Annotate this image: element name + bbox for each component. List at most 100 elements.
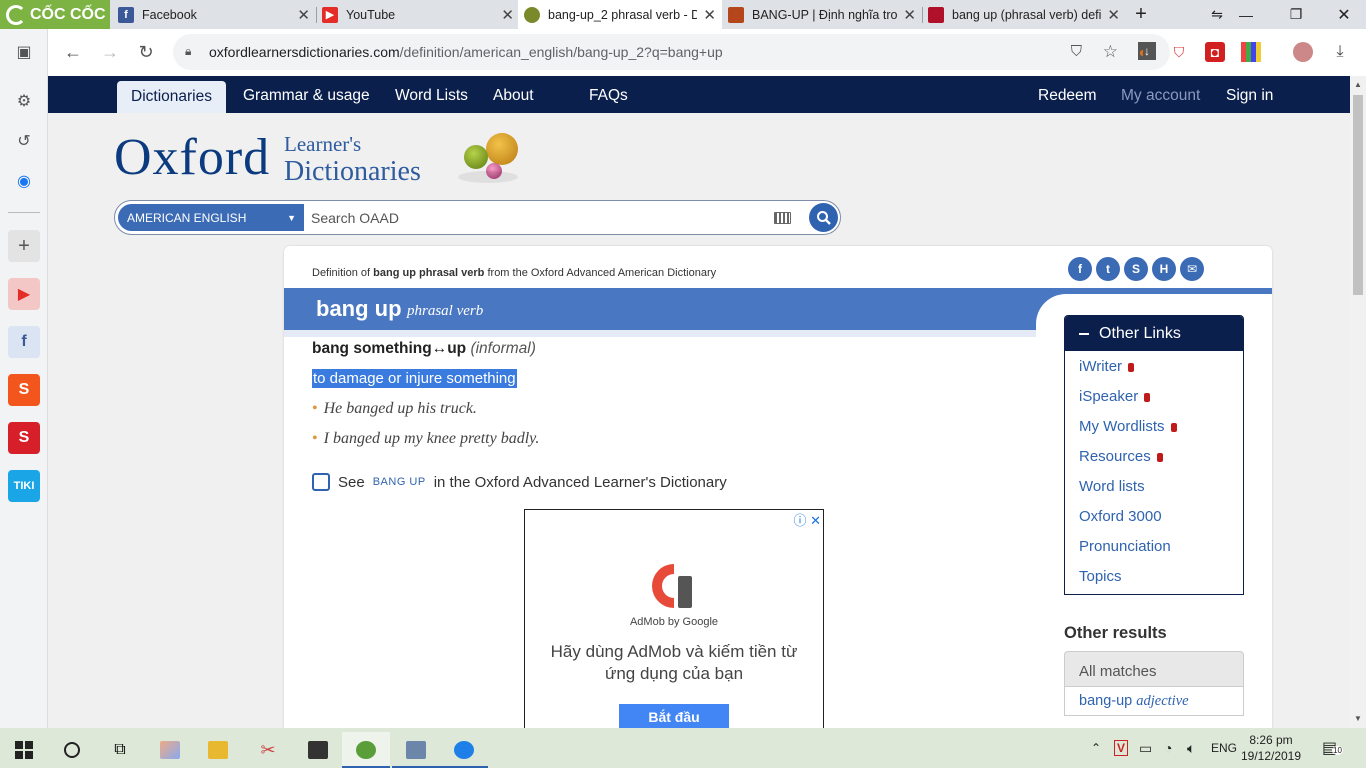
facebook-shortcut-icon[interactable]: f xyxy=(8,326,40,358)
windows-start-icon[interactable] xyxy=(0,732,48,768)
all-matches-tab[interactable]: All matches xyxy=(1064,651,1244,687)
link-ispeaker[interactable]: iSpeaker xyxy=(1079,388,1151,405)
dictionary-select[interactable]: AMERICAN ENGLISH ▼ xyxy=(118,204,304,231)
messenger-icon[interactable]: ◉ xyxy=(8,165,40,197)
tab-close-icon[interactable]: ✕ xyxy=(501,6,514,24)
nav-sign-in[interactable]: Sign in xyxy=(1226,76,1273,113)
bookmark-star-icon[interactable]: ☆ xyxy=(1103,42,1118,62)
task-view-icon[interactable]: ⧉ xyxy=(96,732,144,768)
see-also[interactable]: See BANG UP in the Oxford Advanced Learn… xyxy=(312,473,727,491)
register-label: (informal) xyxy=(470,340,536,357)
tab-close-icon[interactable]: ✕ xyxy=(297,6,310,24)
tab-close-icon[interactable]: ✕ xyxy=(1107,6,1120,24)
downloads-icon[interactable]: ⤓ xyxy=(1330,42,1350,62)
nav-about[interactable]: About xyxy=(493,76,534,113)
add-shortcut-icon[interactable]: + xyxy=(8,230,40,262)
scroll-up-icon[interactable]: ▲ xyxy=(1354,80,1362,89)
reload-button[interactable]: ↻ xyxy=(131,37,161,67)
volume-icon[interactable]: 🔈︎ xyxy=(1187,728,1195,768)
shopee-shortcut-icon[interactable]: S xyxy=(8,374,40,406)
site-nav: Dictionaries Grammar & usage Word Lists … xyxy=(48,76,1350,113)
web-page: Dictionaries Grammar & usage Word Lists … xyxy=(48,76,1350,728)
history-icon[interactable]: ↺ xyxy=(8,125,40,157)
keyboard-icon[interactable] xyxy=(774,212,791,224)
link-my-wordlists[interactable]: My Wordlists xyxy=(1079,418,1177,435)
share-stumbleupon-icon[interactable]: S xyxy=(1124,257,1148,281)
ad-cta-button[interactable]: Bắt đầu xyxy=(619,704,729,728)
coccoc-extension-icon[interactable]: ◐ xyxy=(1133,42,1153,62)
link-label: Pronunciation xyxy=(1079,538,1171,555)
tab-youtube[interactable]: ▶ YouTube ✕ xyxy=(316,0,520,29)
coccoc-taskbar-icon[interactable] xyxy=(342,732,390,768)
tab-collins[interactable]: bang up (phrasal verb) defi ✕ xyxy=(922,0,1126,29)
sticky-notes-icon[interactable] xyxy=(294,732,342,768)
profile-avatar[interactable] xyxy=(1293,42,1313,62)
extension-red-icon[interactable]: ◘ xyxy=(1205,42,1225,62)
link-topics[interactable]: Topics xyxy=(1079,568,1122,585)
calculator-app-icon[interactable] xyxy=(392,732,440,768)
tab-close-icon[interactable]: ✕ xyxy=(903,6,916,24)
nav-faqs[interactable]: FAQs xyxy=(589,76,628,113)
link-resources[interactable]: Resources xyxy=(1079,448,1163,465)
vietkey-icon[interactable]: V xyxy=(1114,728,1129,768)
nav-my-account[interactable]: My account xyxy=(1121,76,1200,113)
ad-choices-icon[interactable]: ⓘ ✕ xyxy=(793,510,821,529)
show-hidden-icons[interactable]: ⌃ xyxy=(1091,728,1101,768)
battery-icon[interactable]: ▭ xyxy=(1139,728,1152,768)
new-tab-button[interactable]: + xyxy=(1121,0,1161,29)
address-bar[interactable]: 🔒︎ oxfordlearnersdictionaries.com/defini… xyxy=(173,34,1170,70)
link-word-lists[interactable]: Word lists xyxy=(1079,478,1145,495)
forward-button[interactable]: → xyxy=(95,37,125,67)
search-circle-icon[interactable] xyxy=(48,732,96,768)
other-links-header[interactable]: Other Links xyxy=(1065,316,1243,351)
restore-button[interactable]: ❐ xyxy=(1276,0,1316,29)
coccoc-logo[interactable]: CỐC CỐC xyxy=(0,0,110,29)
share-email-icon[interactable]: ✉ xyxy=(1180,257,1204,281)
nav-grammar-usage[interactable]: Grammar & usage xyxy=(243,76,370,113)
zalo-icon[interactable] xyxy=(440,732,488,768)
crumb-term: bang up phrasal verb xyxy=(373,267,485,279)
snipping-tool-icon[interactable]: ✂ xyxy=(244,732,292,768)
tiki-shortcut-icon[interactable]: TIKI xyxy=(8,470,40,502)
page-scrollbar[interactable]: ▲ ▼ xyxy=(1350,76,1366,728)
extension-grid-icon[interactable] xyxy=(1241,42,1261,62)
search-input[interactable]: Search OAAD xyxy=(311,210,399,226)
share-hatena-icon[interactable]: H xyxy=(1152,257,1176,281)
taskbar-clock[interactable]: 8:26 pm 19/12/2019 xyxy=(1236,732,1306,764)
sendo-shortcut-icon[interactable]: S xyxy=(8,422,40,454)
paint-app-icon[interactable] xyxy=(146,732,194,768)
tab-close-icon[interactable]: ✕ xyxy=(703,6,716,24)
sidebar-toggle-icon[interactable]: ▣ xyxy=(8,36,40,68)
back-button[interactable]: ← xyxy=(58,37,88,67)
tab-facebook[interactable]: f Facebook ✕ xyxy=(112,0,316,29)
adblock-icon[interactable]: ⛉ xyxy=(1169,42,1189,62)
close-window-button[interactable]: ✕ xyxy=(1324,0,1364,29)
idiom-line: bang something↔up (informal) xyxy=(312,340,536,358)
settings-icon[interactable]: ⚙ xyxy=(8,85,40,117)
link-oxford-3000[interactable]: Oxford 3000 xyxy=(1079,508,1162,525)
result-bang-up-adjective[interactable]: bang-up adjective xyxy=(1064,686,1244,716)
share-facebook-icon[interactable]: f xyxy=(1068,257,1092,281)
search-button[interactable] xyxy=(809,203,838,232)
share-twitter-icon[interactable]: t xyxy=(1096,257,1120,281)
link-iwriter[interactable]: iWriter xyxy=(1079,358,1135,375)
tab-oxford[interactable]: bang-up_2 phrasal verb - D ✕ xyxy=(518,0,722,29)
link-pronunciation[interactable]: Pronunciation xyxy=(1079,538,1171,555)
scrollbar-thumb[interactable] xyxy=(1353,95,1363,295)
shield-icon[interactable]: ⛉ xyxy=(1071,43,1082,60)
nav-redeem[interactable]: Redeem xyxy=(1038,76,1097,113)
nav-word-lists[interactable]: Word Lists xyxy=(395,76,468,113)
minimize-button[interactable]: — xyxy=(1226,0,1266,29)
notification-center-icon[interactable]: ▤ 10 xyxy=(1322,728,1343,768)
file-explorer-icon[interactable] xyxy=(194,732,242,768)
notification-count: 10 xyxy=(1332,746,1343,755)
youtube-shortcut-icon[interactable]: ▶ xyxy=(8,278,40,310)
language-indicator[interactable]: ENG xyxy=(1211,728,1237,768)
oxford-logo[interactable]: Oxford Learner's Dictionaries xyxy=(114,128,421,187)
see-link[interactable]: BANG UP xyxy=(373,476,426,488)
tab-cambridge[interactable]: BANG-UP | Định nghĩa tron ✕ xyxy=(722,0,922,29)
nav-dictionaries[interactable]: Dictionaries xyxy=(117,81,226,113)
scroll-down-icon[interactable]: ▼ xyxy=(1354,714,1362,723)
admob-ad[interactable]: ⓘ ✕ AdMob by Google Hãy dùng AdMob và ki… xyxy=(524,509,824,728)
network-icon[interactable]: ◔ xyxy=(1164,728,1172,768)
